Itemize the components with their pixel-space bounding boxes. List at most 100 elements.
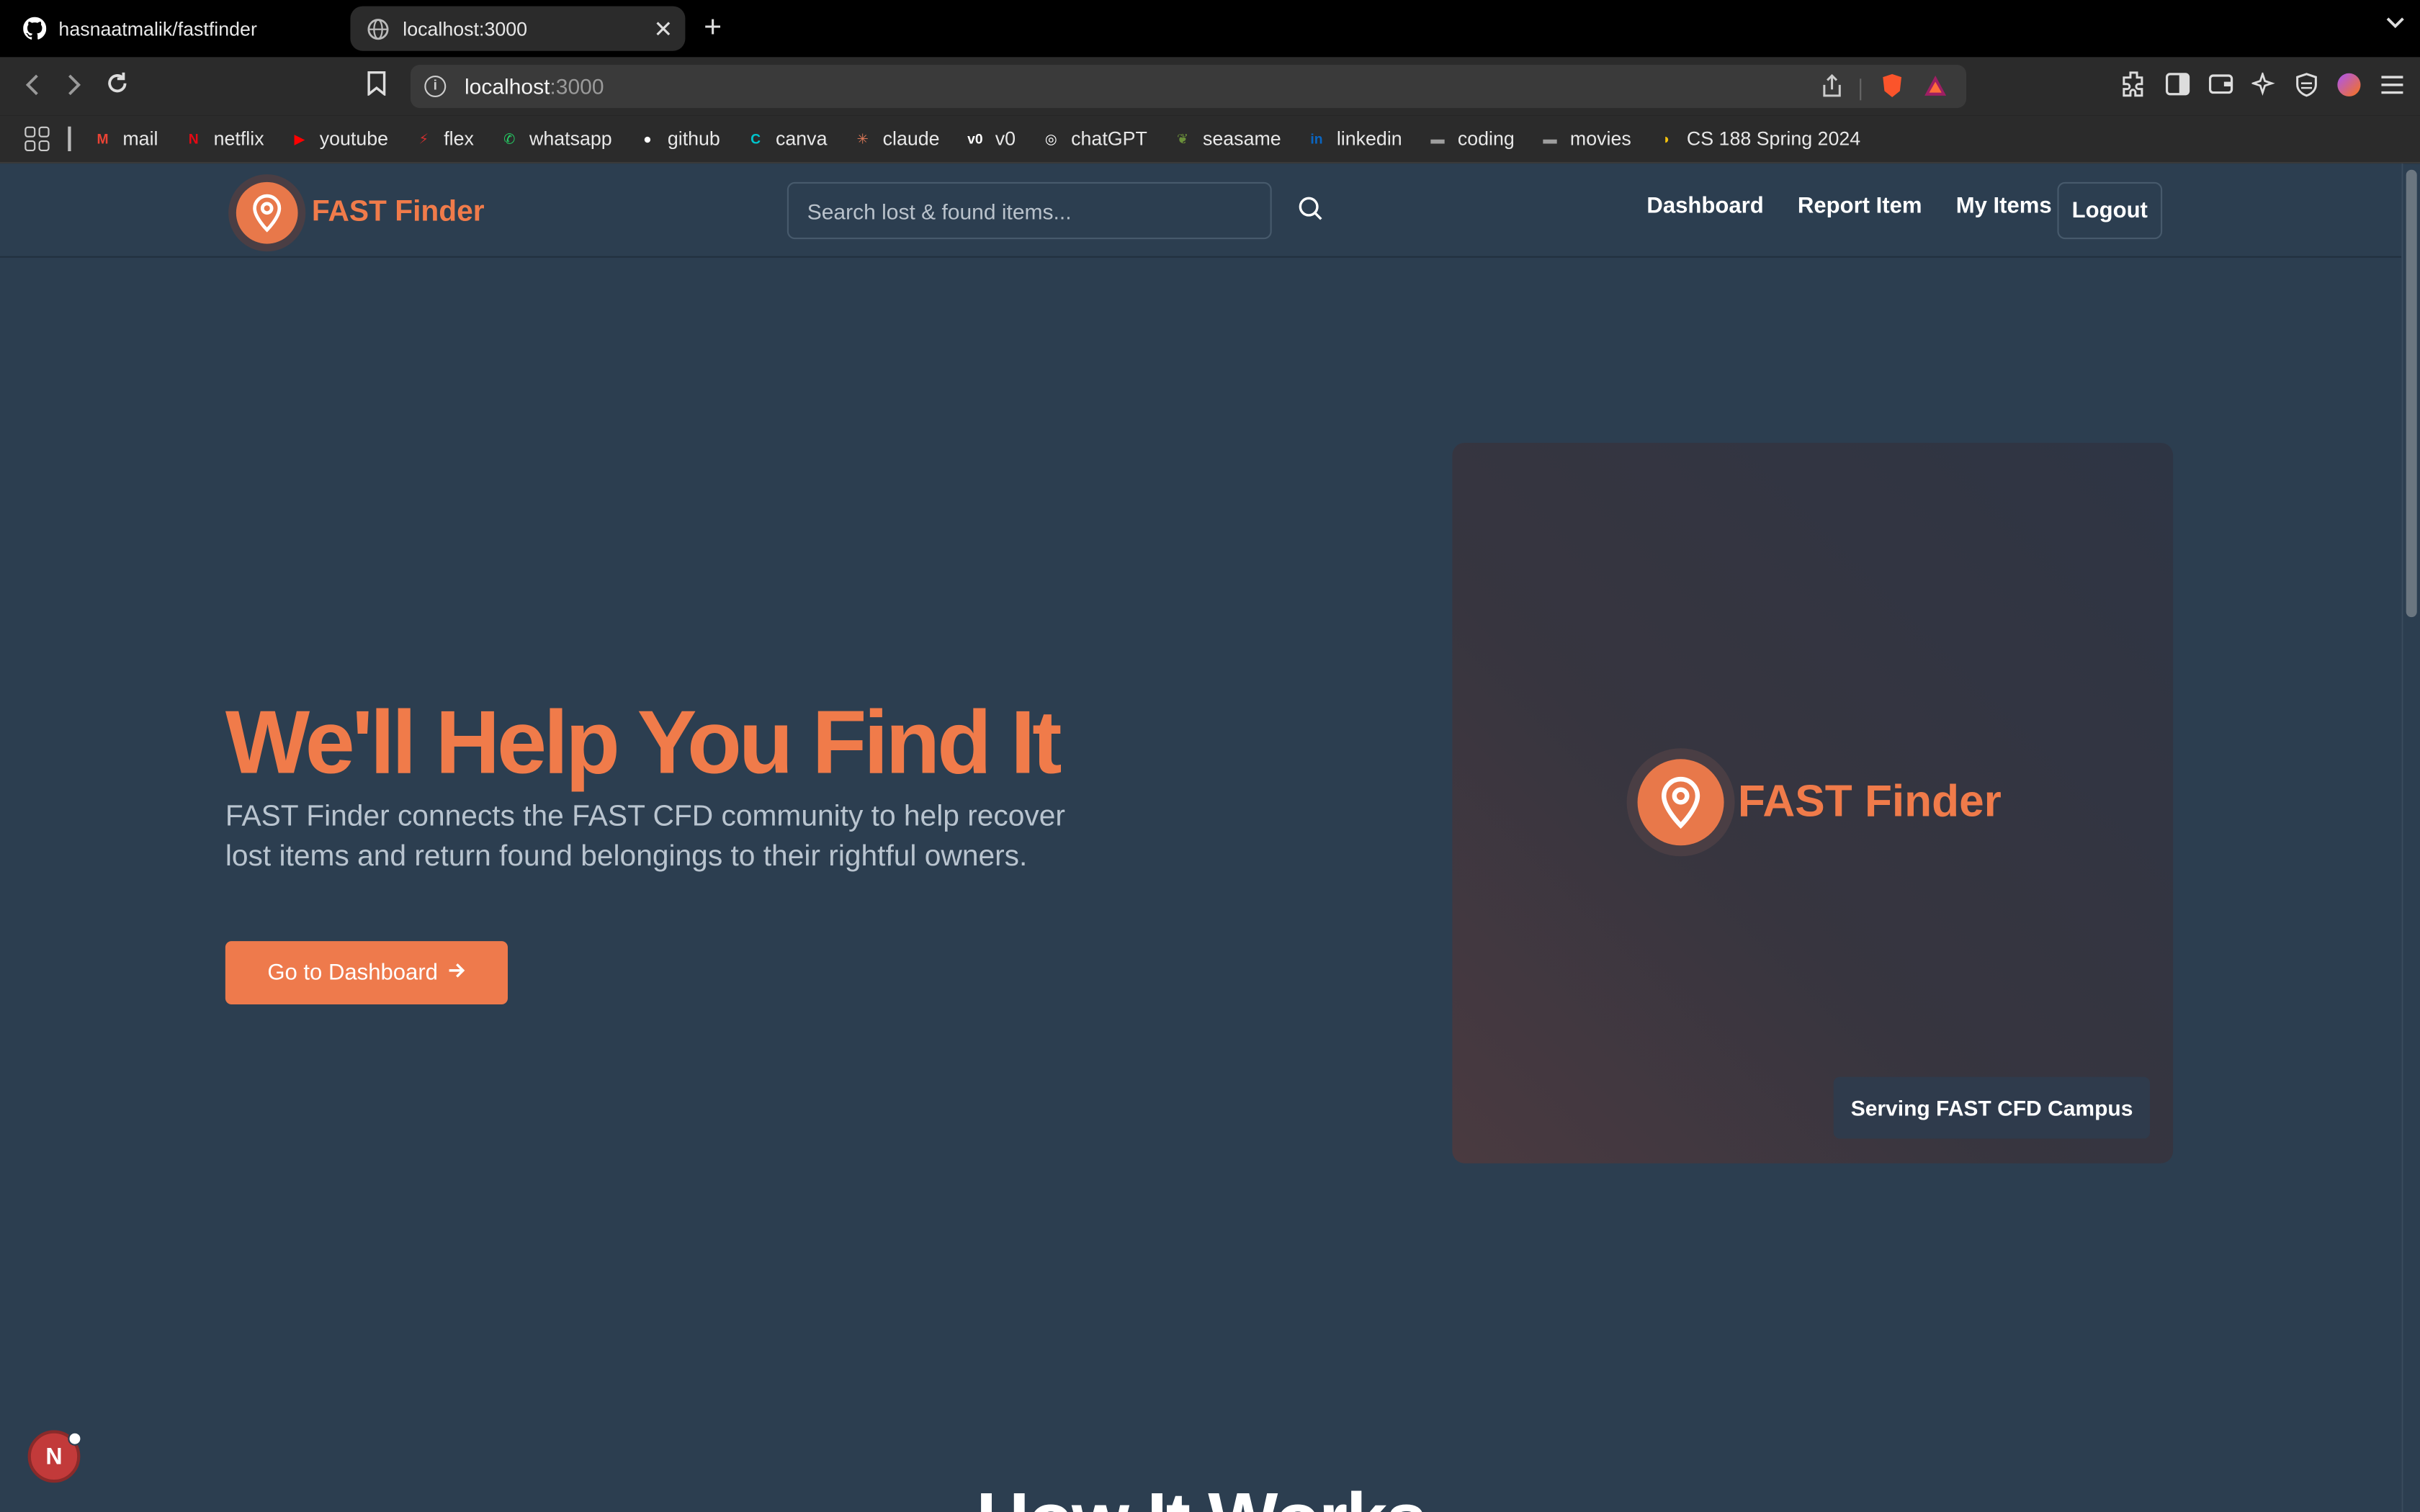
bookmark-whatsapp[interactable]: ✆ whatsapp [498,128,612,150]
globe-icon [366,17,390,41]
bookmark-movies[interactable]: ▬ movies [1539,128,1631,150]
chevron-down-icon[interactable] [2386,12,2405,34]
cta-label: Go to Dashboard [267,960,438,986]
bookmark-label: mail [122,127,158,150]
bookmark-icon[interactable] [361,71,392,102]
search-icon[interactable] [1296,194,1327,225]
brand-logo[interactable]: FAST Finder [228,174,485,252]
section-title: How It Works [0,1478,2401,1512]
site-info-icon[interactable]: i [424,76,447,97]
back-icon[interactable] [17,71,48,102]
bookmark-favicon-icon: ✆ [503,130,516,146]
page-viewport: FAST Finder Dashboard Report Item My Ite… [0,163,2402,1512]
bookmark-favicon-icon: ✳ [856,130,869,146]
hero-card: FAST Finder Serving FAST CFD Campus [1452,443,2174,1164]
bookmark-favicon-icon: ● [643,131,652,147]
card-brand-logo: FAST Finder [1626,748,2002,857]
bookmark-favicon-icon: v0 [967,131,983,147]
github-icon [22,17,46,41]
bookmark-label: chatGPT [1071,127,1147,150]
bookmark-linkedin[interactable]: in linkedin [1306,128,1402,150]
screen: hasnaatmalik/fastfinder localhost:3000 ✕… [0,0,2420,1512]
bookmark-label: CS 188 Spring 2024 [1686,127,1861,150]
bookmark-canva[interactable]: Ccanva [745,128,827,150]
bookmark-coding[interactable]: ▬ coding [1427,127,1515,150]
tab-github[interactable]: hasnaatmalik/fastfinder [12,6,344,51]
bookmark-chatgpt[interactable]: ◎ chatGPT [1040,128,1147,150]
search-input[interactable] [786,181,1272,240]
bookmark-label: netflix [213,127,264,150]
forward-icon[interactable] [58,71,89,102]
bookmark-label: movies [1569,127,1631,150]
bookmark-favicon-icon: in [1310,131,1323,147]
bookmark-favicon-icon: C [750,131,761,147]
tab-label: hasnaatmalik/fastfinder [58,17,257,40]
bookmark-favicon-icon: ▬ [1430,131,1445,147]
bookmark-favicon-icon: ▬ [1543,131,1557,147]
bookmark-favicon-icon: ◗ [1662,131,1671,147]
bookmark-label: github [667,127,720,150]
bookmark-label: linkedin [1336,127,1402,150]
bookmark-claude[interactable]: ✳ claude [852,128,940,150]
bookmark-favicon-icon: M [97,131,109,147]
browser-toolbar: i localhost:3000 [0,57,2420,116]
site-header: FAST Finder Dashboard Report Item My Ite… [0,163,2402,258]
bookmark-favicon-icon: ▶ [294,130,305,146]
tab-label: localhost:3000 [403,17,528,40]
sidebar-icon[interactable] [2165,73,2190,104]
bookmark-mail[interactable]: Mmail [91,128,158,150]
bookmark-favicon-icon: N [188,131,199,147]
share-icon[interactable] [1823,73,1842,105]
profile-avatar[interactable] [2336,72,2361,104]
bookmark-v0[interactable]: v0 v0 [964,128,1016,150]
bookmark-favicon-icon: ◎ [1044,130,1057,146]
map-pin-icon [228,174,306,252]
brave-shield-icon[interactable] [1880,73,1904,107]
bookmark-label: flex [444,127,474,150]
bookmark-flex[interactable]: ⚡ flex [413,128,474,150]
brave-rewards-icon[interactable] [1923,74,1948,105]
nav-link-dashboard[interactable]: Dashboard [1646,194,1763,219]
address-bar[interactable]: i localhost:3000 [411,65,1966,108]
divider [68,126,71,151]
bookmark-label: v0 [995,127,1016,150]
hero-description: FAST Finder connects the FAST CFD commun… [225,801,1065,873]
nav-links: Dashboard Report Item My Items [1646,194,2051,219]
notification-dot [68,1431,82,1446]
logout-button[interactable]: Logout [2057,181,2163,240]
hero-title: We'll Help You Find It [225,693,1062,793]
close-tab-icon[interactable]: ✕ [653,15,673,43]
bookmark-label: coding [1457,127,1515,150]
bookmark-seasame[interactable]: ❦ seasame [1172,128,1281,150]
scrollbar-thumb[interactable] [2406,169,2417,618]
scrollbar[interactable] [2401,163,2420,1512]
nav-link-report-item[interactable]: Report Item [1798,194,1922,219]
menu-icon[interactable] [2380,73,2404,103]
apps-grid-icon[interactable] [24,126,50,151]
bookmark-youtube[interactable]: ▶ youtube [289,128,388,150]
bookmark-favicon-icon: ❦ [1177,130,1189,146]
bookmark-netflix[interactable]: Nnetflix [183,128,264,150]
address-url[interactable]: localhost:3000 [465,74,604,99]
arrow-right-icon [447,960,466,985]
vpn-icon[interactable] [2295,72,2318,104]
extensions-icon[interactable] [2120,71,2146,105]
card-brand-name: FAST Finder [1737,776,2002,827]
tab-localhost[interactable]: localhost:3000 ✕ [350,6,686,51]
bookmark-github[interactable]: ● github [637,128,720,150]
bookmark-label: canva [775,127,828,150]
go-to-dashboard-button[interactable]: Go to Dashboard [225,941,508,1004]
campus-badge: Serving FAST CFD Campus [1834,1076,2150,1139]
bookmark-label: whatsapp [529,127,612,150]
bookmark-cs-188-spring-2024[interactable]: ◗ CS 188 Spring 2024 [1656,128,1860,150]
wallet-icon[interactable] [2208,73,2233,104]
brand-name: FAST Finder [311,196,485,229]
bookmark-label: claude [882,127,940,150]
tab-bar: hasnaatmalik/fastfinder localhost:3000 ✕… [0,0,2420,58]
bookmark-label: seasame [1202,127,1281,150]
reload-icon[interactable] [102,71,133,102]
bookmark-favicon-icon: ⚡ [418,130,429,146]
leo-ai-icon[interactable] [2250,70,2276,104]
new-tab-icon[interactable]: + [704,11,722,46]
nav-link-my-items[interactable]: My Items [1956,194,2052,219]
